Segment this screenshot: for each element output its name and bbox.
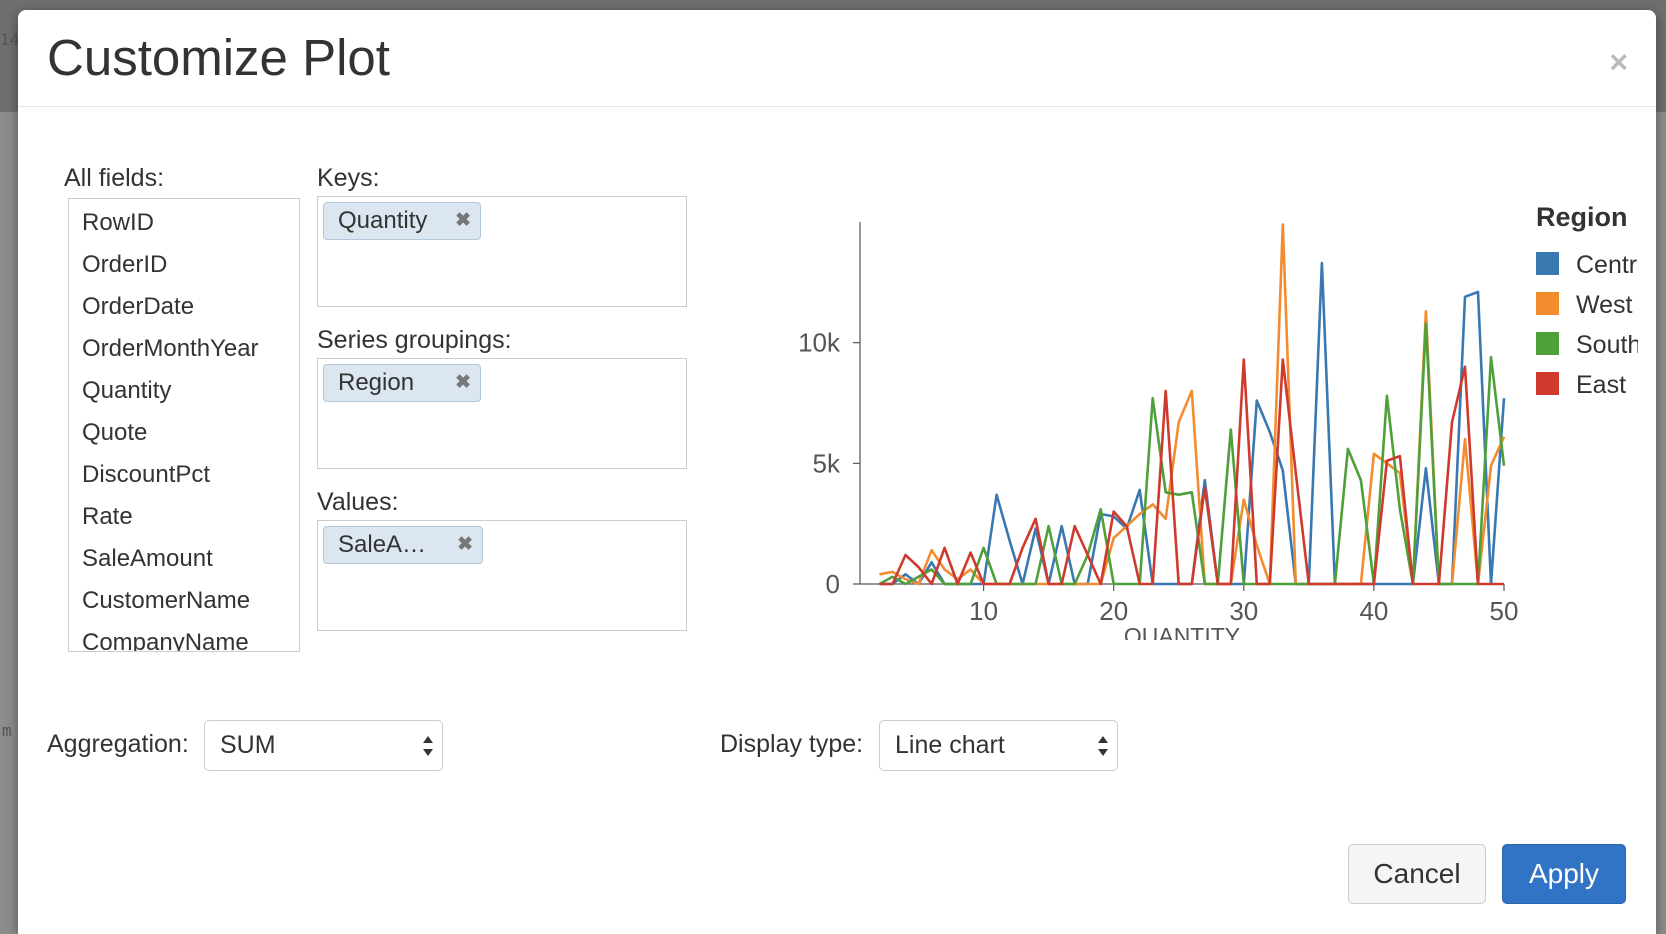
field-item[interactable]: OrderMonthYear xyxy=(69,329,299,371)
field-item[interactable]: CustomerName xyxy=(69,581,299,623)
background-text-fragment: m xyxy=(2,721,12,740)
display-type-label: Display type: xyxy=(720,730,864,758)
remove-icon[interactable]: ✖ xyxy=(455,203,471,239)
chip-label: Region xyxy=(338,369,415,396)
y-tick-label: 10k xyxy=(798,328,841,358)
legend-label: East xyxy=(1576,371,1626,399)
field-item[interactable]: Rate xyxy=(69,497,299,539)
series-groupings-label: Series groupings: xyxy=(317,326,512,354)
x-tick-label: 10 xyxy=(969,596,998,626)
keys-dropzone[interactable]: Quantity ✖ xyxy=(317,196,687,307)
series-chip[interactable]: Region ✖ xyxy=(323,364,481,402)
legend-swatch xyxy=(1536,252,1559,275)
value-chip[interactable]: SaleA… ✖ xyxy=(323,526,483,564)
field-item[interactable]: Quantity xyxy=(69,371,299,413)
field-item[interactable]: DiscountPct xyxy=(69,455,299,497)
display-type-value: Line chart xyxy=(895,731,1005,759)
chip-label: Quantity xyxy=(338,207,428,234)
series-line-south xyxy=(878,322,1506,586)
all-fields-label: All fields: xyxy=(64,164,165,192)
values-label: Values: xyxy=(317,488,399,516)
x-axis-title: QUANTITY xyxy=(1124,623,1240,640)
legend-swatch xyxy=(1536,332,1559,355)
keys-label: Keys: xyxy=(317,164,380,192)
values-dropzone[interactable]: SaleA… ✖ xyxy=(317,520,687,631)
select-arrows-icon xyxy=(423,736,433,756)
select-arrows-icon xyxy=(1098,736,1108,756)
field-item[interactable]: OrderID xyxy=(69,245,299,287)
apply-button[interactable]: Apply xyxy=(1502,844,1626,904)
y-tick-label: 0 xyxy=(826,569,840,599)
remove-icon[interactable]: ✖ xyxy=(457,527,473,563)
x-tick-label: 20 xyxy=(1099,596,1128,626)
field-item[interactable]: OrderDate xyxy=(69,287,299,329)
x-tick-label: 50 xyxy=(1490,596,1519,626)
field-item[interactable]: SaleAmount xyxy=(69,539,299,581)
y-tick-label: 5k xyxy=(813,448,841,478)
aggregation-label: Aggregation: xyxy=(47,730,189,758)
remove-icon[interactable]: ✖ xyxy=(455,365,471,401)
series-line-central xyxy=(879,261,1506,586)
close-icon[interactable]: × xyxy=(1609,46,1628,78)
legend-label: South xyxy=(1576,331,1638,359)
chip-label: SaleA… xyxy=(338,531,427,558)
legend-title: Region xyxy=(1536,202,1628,232)
legend-swatch xyxy=(1536,292,1559,315)
series-line-west xyxy=(879,223,1506,586)
dialog-title: Customize Plot xyxy=(47,29,390,86)
dialog-header: Customize Plot × xyxy=(18,10,1656,107)
customize-plot-dialog: Customize Plot × All fields: RowID OrderI… xyxy=(18,10,1656,934)
aggregation-select[interactable]: SUM xyxy=(204,720,443,771)
legend-label: West xyxy=(1576,291,1633,319)
line-chart: 0 5k 10k 10 20 30 40 50 QUANTITY Region Central Wes… xyxy=(798,202,1638,640)
key-chip[interactable]: Quantity ✖ xyxy=(323,202,481,240)
cancel-button[interactable]: Cancel xyxy=(1348,844,1486,904)
x-tick-label: 30 xyxy=(1229,596,1258,626)
legend-swatch xyxy=(1536,372,1559,395)
x-tick-label: 40 xyxy=(1359,596,1388,626)
field-item[interactable]: RowID xyxy=(69,203,299,245)
aggregation-value: SUM xyxy=(220,731,276,759)
background-text-fragment: 14 xyxy=(0,30,20,49)
display-type-select[interactable]: Line chart xyxy=(879,720,1118,771)
legend-label: Central xyxy=(1576,251,1638,279)
series-groupings-dropzone[interactable]: Region ✖ xyxy=(317,358,687,469)
all-fields-list[interactable]: RowID OrderID OrderDate OrderMonthYear Quant… xyxy=(68,198,300,652)
field-item[interactable]: CompanyName xyxy=(69,623,299,651)
field-item[interactable]: Quote xyxy=(69,413,299,455)
